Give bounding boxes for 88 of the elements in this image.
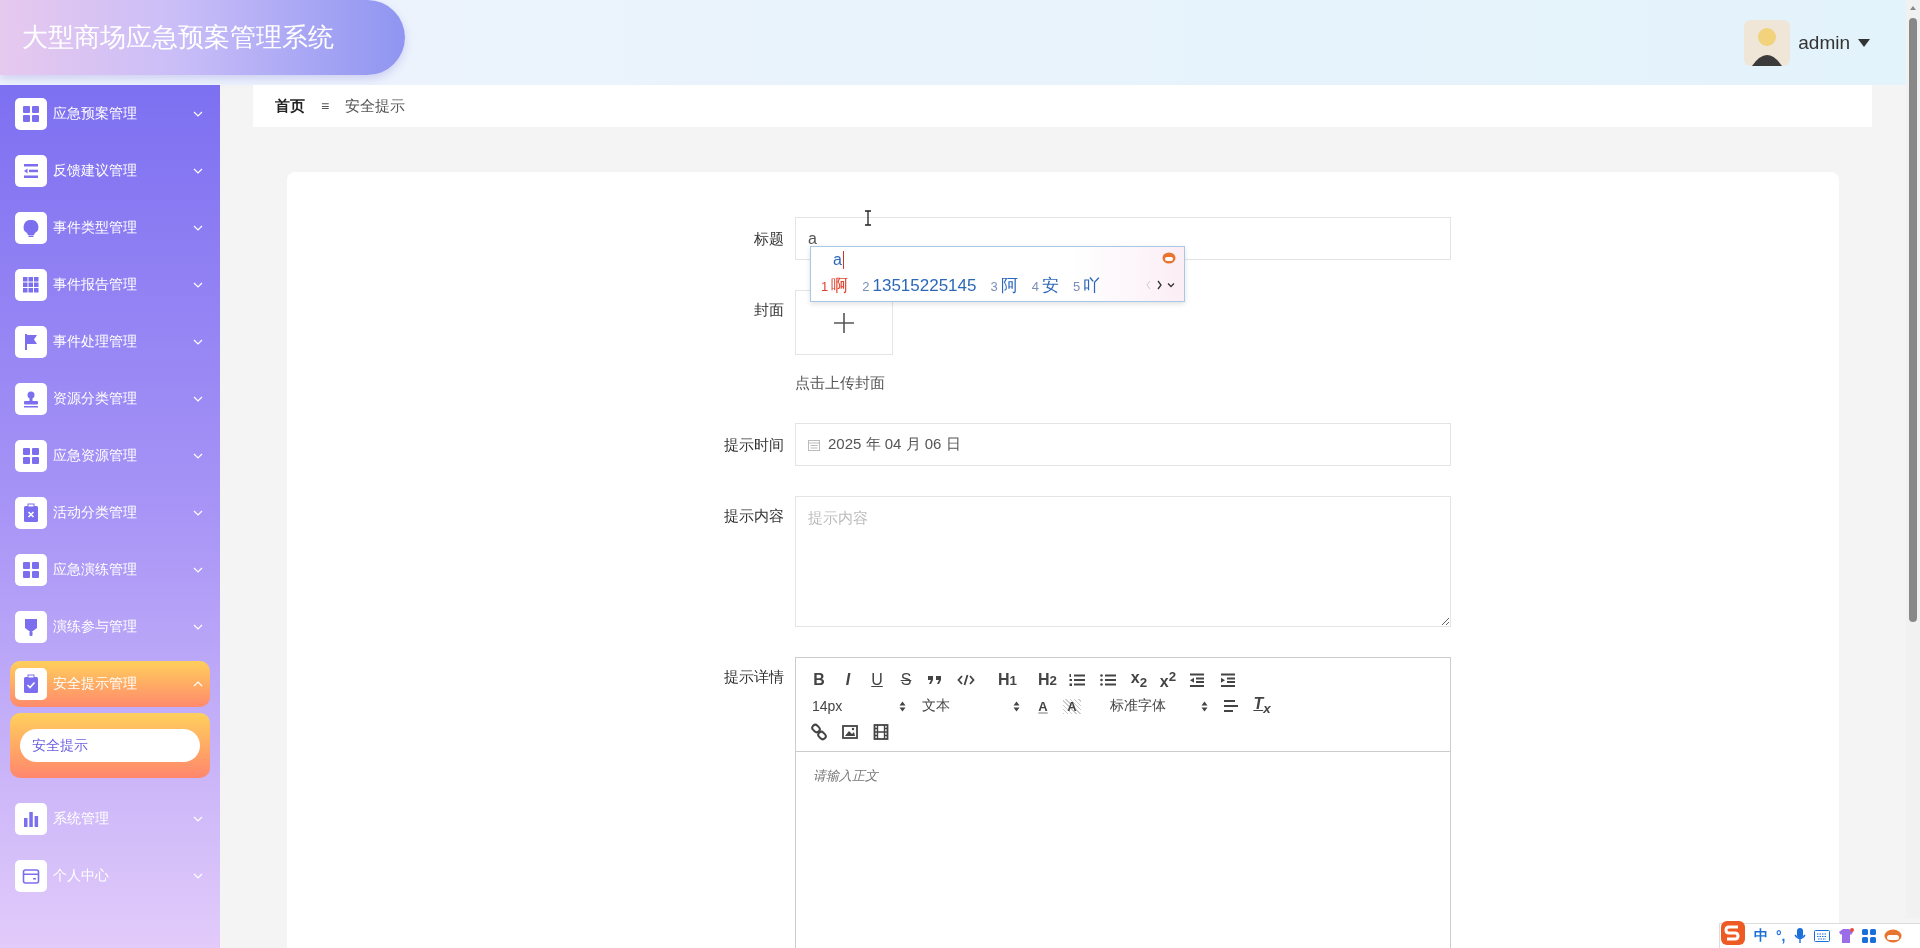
chevron-icon: [193, 395, 203, 402]
avatar[interactable]: [1744, 19, 1791, 66]
input-mode-toggle[interactable]: 中: [1754, 927, 1768, 945]
ime-candidate[interactable]: 2 13515225145: [862, 276, 977, 296]
brush-icon: [15, 610, 47, 643]
menu-item[interactable]: 反馈建议管理: [0, 142, 220, 199]
ime-candidate[interactable]: 3 阿: [990, 274, 1018, 297]
chevron-icon: [193, 566, 203, 573]
menu-item[interactable]: 事件报告管理: [0, 256, 220, 313]
script-button[interactable]: x$^{2}$: [1158, 668, 1177, 692]
list-icon: [15, 154, 47, 187]
toolbar-select[interactable]: 文本: [920, 697, 1020, 715]
bullet-list-icon[interactable]: [1098, 671, 1117, 689]
menu-item[interactable]: 事件类型管理: [0, 199, 220, 256]
chevron-icon: [193, 338, 203, 345]
chevron-icon: [193, 509, 203, 516]
punctuation-toggle[interactable]: °,: [1776, 928, 1786, 944]
bold-button[interactable]: B: [810, 671, 828, 689]
chevron-icon: [193, 167, 203, 174]
text-color-button[interactable]: A: [1034, 698, 1052, 714]
menu-item[interactable]: 应急预案管理: [0, 85, 220, 142]
app-title: 大型商场应急预案管理系统: [22, 21, 334, 54]
chevron-icon: [193, 815, 203, 822]
up-down-icon: [1201, 700, 1208, 712]
up-down-icon: [1013, 700, 1020, 712]
field-label: 提示详情: [723, 667, 785, 687]
outdent-icon[interactable]: [1187, 671, 1206, 689]
field-label: 提示内容: [723, 506, 785, 526]
plus-icon: [833, 311, 855, 334]
chevron-icon: [193, 623, 203, 630]
field-label: 提示时间: [723, 435, 785, 455]
field-label: 封面: [753, 300, 785, 320]
grid-icon: [15, 97, 47, 130]
text-cursor-icon: [864, 210, 872, 226]
strikethrough-button[interactable]: S: [897, 671, 915, 689]
chevron-icon: [193, 281, 203, 288]
chevron-icon: [193, 872, 203, 879]
breadcrumb-current: 安全提示: [345, 96, 406, 116]
bar-chart-icon: [15, 802, 47, 835]
content-textarea[interactable]: 提示内容: [795, 496, 1451, 627]
flag-icon: [15, 325, 47, 358]
image-icon[interactable]: [841, 723, 859, 741]
italic-button[interactable]: I: [839, 671, 857, 689]
wallet-icon: [15, 859, 47, 892]
grid-icon[interactable]: [1861, 929, 1876, 943]
script-button[interactable]: x$_{2}$: [1129, 669, 1148, 691]
grid-icon: [15, 439, 47, 472]
toolbar-select[interactable]: 标准字体: [1108, 697, 1208, 715]
field-label: 标题: [753, 229, 785, 249]
ime-logo-icon[interactable]: [1720, 921, 1746, 945]
caret-icon[interactable]: [1858, 38, 1870, 47]
indent-icon[interactable]: [1218, 671, 1237, 689]
ime-candidate[interactable]: 5 吖: [1072, 274, 1101, 297]
chevron-icon: [193, 452, 203, 459]
keyboard-icon[interactable]: [1813, 930, 1830, 942]
date-field[interactable]: 2025 年 04 月 06 日: [795, 423, 1451, 466]
editor-placeholder: 请输入正文: [812, 767, 880, 785]
ime-candidate[interactable]: 1 啊: [821, 274, 849, 297]
breadcrumb-link[interactable]: 首页: [275, 96, 305, 116]
shirt-icon[interactable]: [1837, 928, 1854, 944]
breadcrumb-separator: ≡: [321, 98, 330, 114]
bulb-icon: [15, 211, 47, 244]
menu-item[interactable]: 事件处理管理: [0, 313, 220, 370]
grid-icon: [15, 268, 47, 301]
microphone-icon[interactable]: [1793, 928, 1806, 944]
ordered-list-icon[interactable]: [1067, 671, 1086, 689]
align-left-icon[interactable]: [1222, 697, 1240, 715]
ime-candidate[interactable]: 4 安: [1031, 274, 1059, 297]
up-down-icon: [899, 700, 906, 712]
mascot-icon[interactable]: [1883, 929, 1902, 943]
clipboard-icon: [15, 496, 47, 529]
clear-format-button[interactable]: T$_{x}$: [1253, 695, 1271, 717]
grid-icon: [15, 553, 47, 586]
mascot-icon: [1162, 252, 1176, 264]
toolbar-select[interactable]: 14px: [810, 698, 906, 714]
film-icon[interactable]: [872, 723, 890, 741]
chevron-icon: [193, 110, 203, 117]
chevron-icon: [193, 224, 203, 231]
highlight-button[interactable]: A: [1063, 698, 1081, 714]
chevron-icon: [193, 681, 203, 687]
stamp-icon: [15, 382, 47, 415]
underline-button[interactable]: U: [868, 671, 886, 689]
upload-hint: 点击上传封面: [795, 374, 886, 393]
calendar-icon: [808, 438, 820, 451]
link-icon[interactable]: [810, 723, 828, 741]
submenu-item[interactable]: 安全提示: [20, 729, 200, 762]
username[interactable]: admin: [1798, 31, 1850, 54]
clipboard-icon: [15, 668, 47, 700]
